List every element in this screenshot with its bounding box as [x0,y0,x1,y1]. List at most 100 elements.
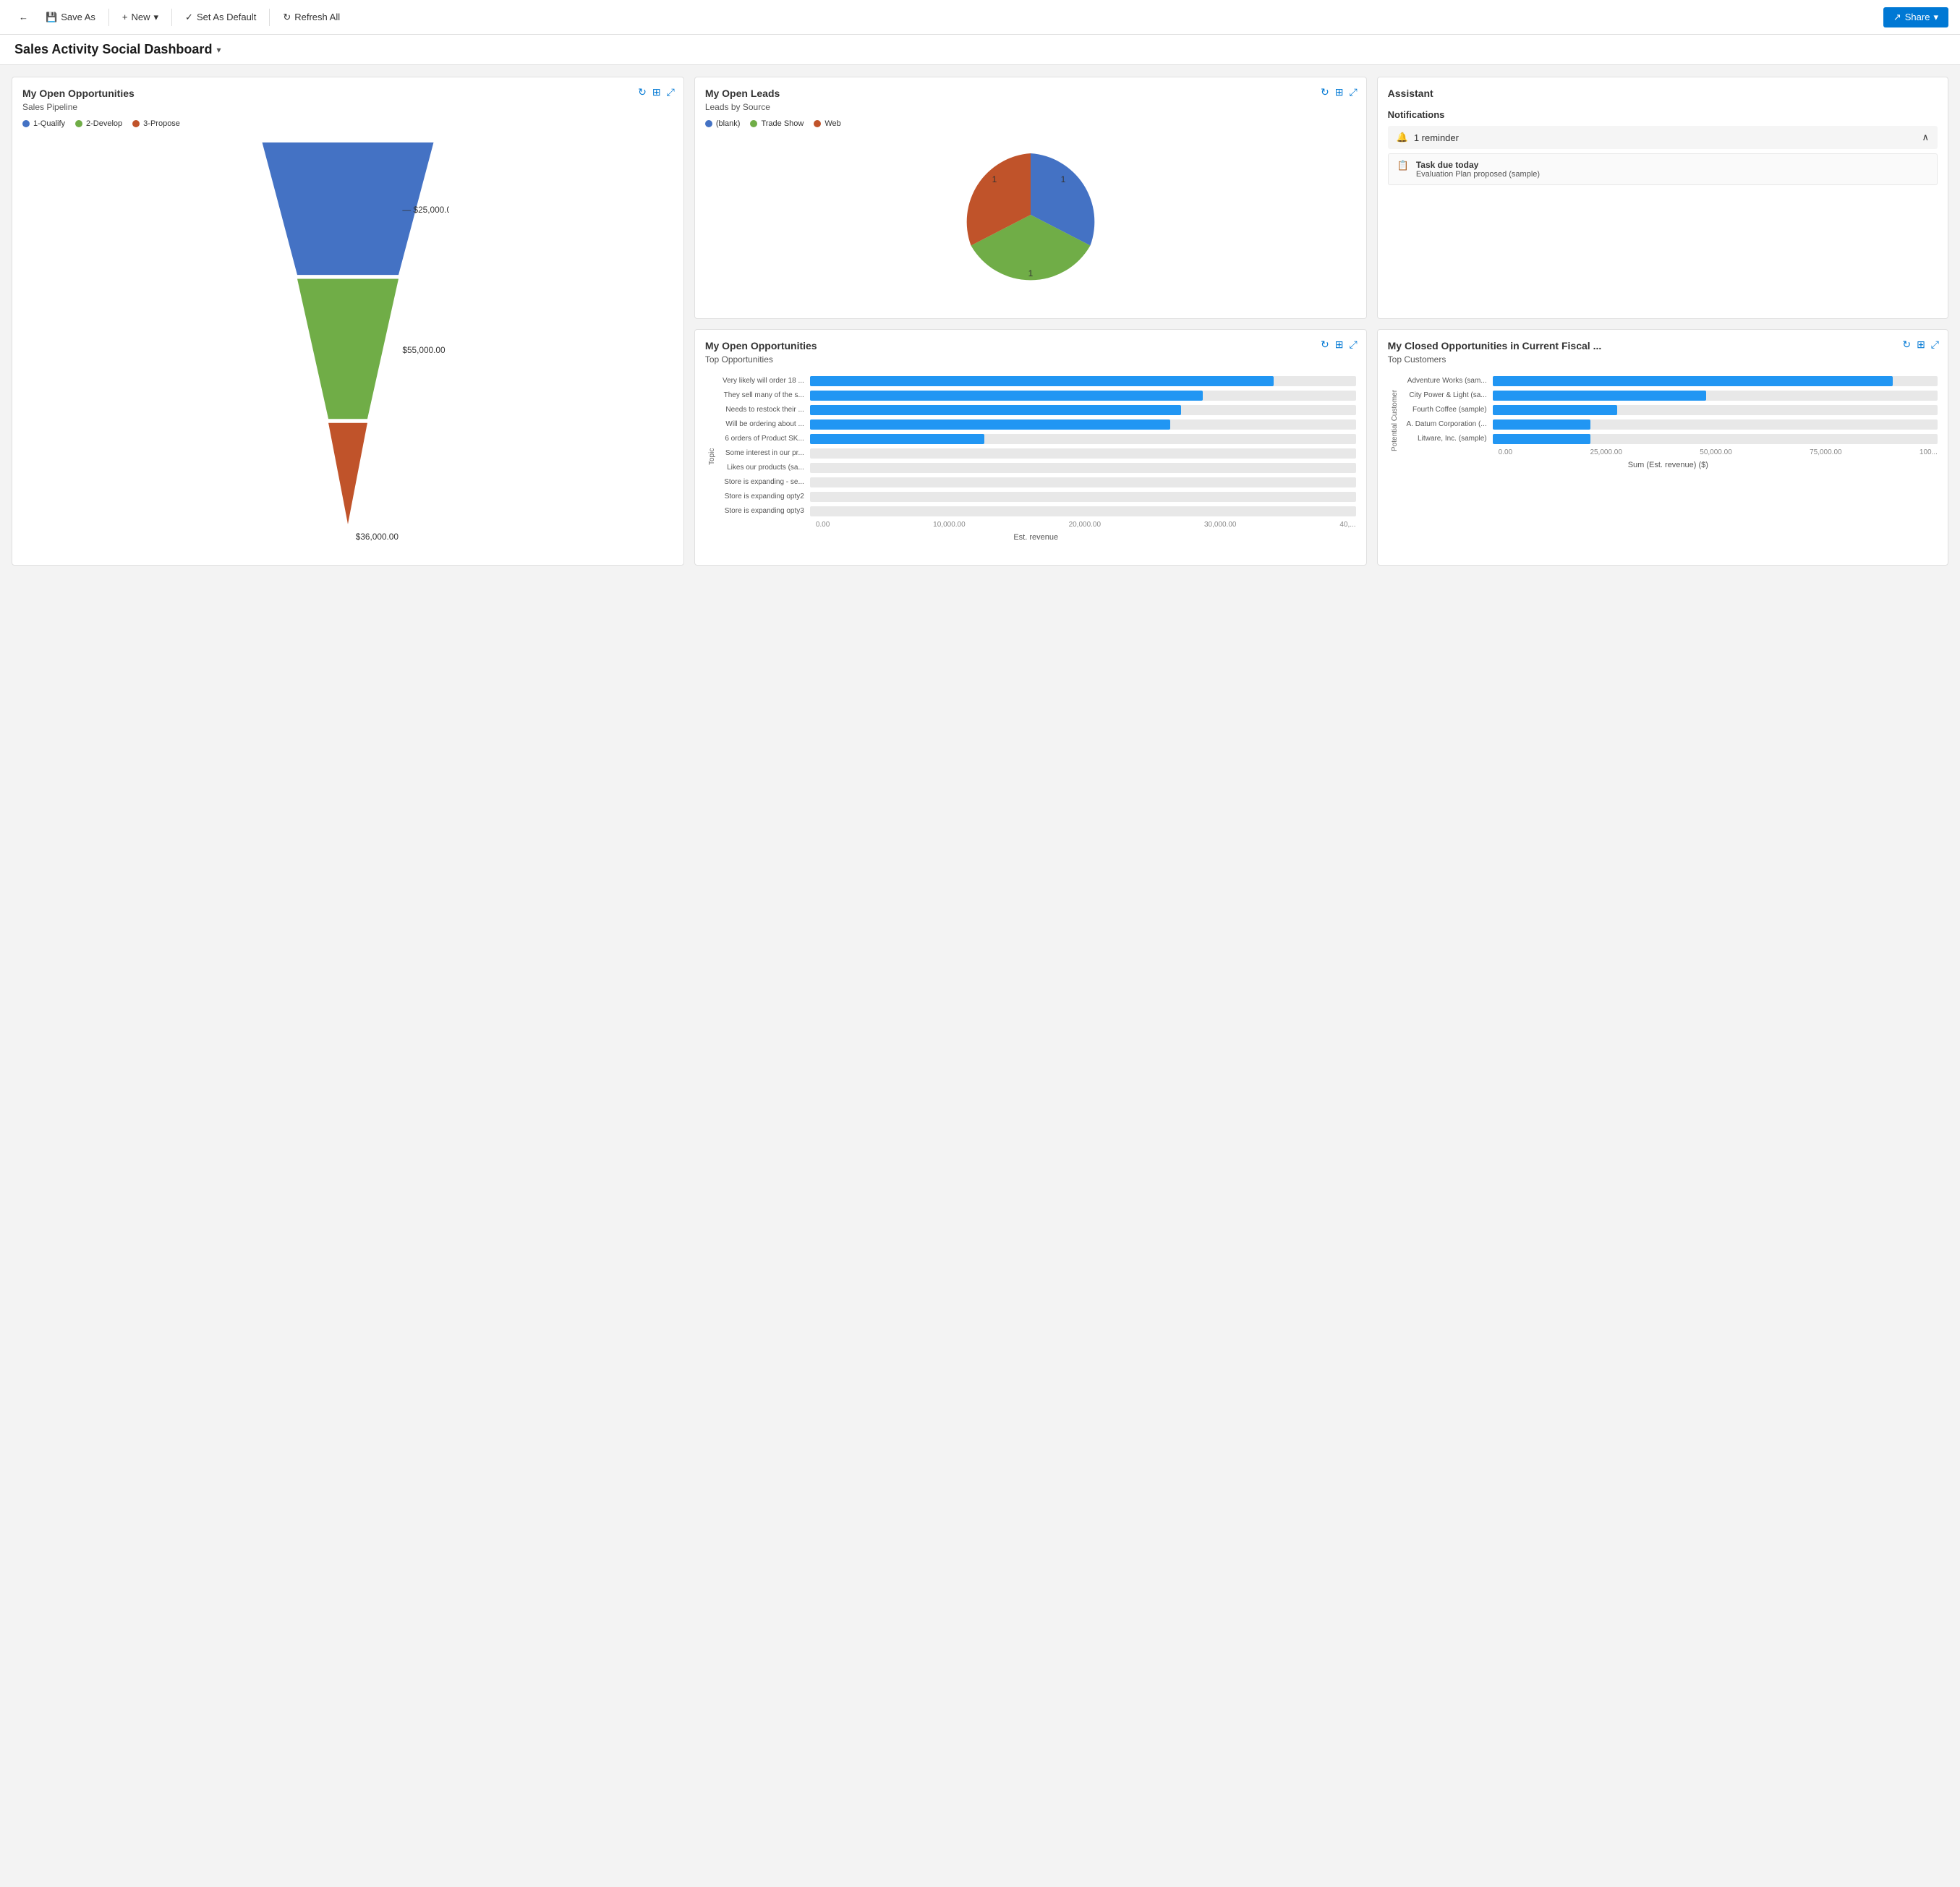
plus-icon: + [122,12,128,22]
opp-bar-wrapper: Topic Very likely will order 18 ... They… [705,372,1356,542]
bar-track-3 [810,405,1356,415]
closed-expand-icon[interactable]: ⤢ [1931,338,1939,351]
develop-label: 2-Develop [86,119,122,128]
funnel-label-develop: $55,000.00 [402,345,446,355]
web-dot [814,120,821,127]
assistant-title: Assistant [1388,88,1938,99]
chevron-down-icon: ▾ [154,12,159,23]
bar-row-8: Store is expanding - se... [716,477,1356,487]
bar-row-4: Will be ordering about ... [716,419,1356,430]
open-leads-card: My Open Leads Leads by Source ↻ ⊞ ⤢ (bla… [694,77,1367,319]
opp-table-icon[interactable]: ⊞ [652,86,661,98]
bar-label-2: They sell many of the s... [716,391,810,399]
closed-bar-chart: Adventure Works (sam... City Power & Lig… [1399,372,1938,469]
reminder-row[interactable]: 🔔 1 reminder ∧ [1388,126,1938,149]
opp-bar-title: My Open Opportunities [705,340,1356,352]
divider-1 [108,9,109,26]
x-tick-0: 0.00 [816,521,830,529]
reminder-inner: 🔔 1 reminder [1397,132,1459,143]
task-name-label: Evaluation Plan proposed (sample) [1416,170,1540,179]
bell-icon: 🔔 [1397,132,1408,143]
closed-bar-label-3: Fourth Coffee (sample) [1399,406,1493,414]
funnel-chart: — $25,000.00 $55,000.00 $36,000.00 [247,142,449,548]
open-opportunities-card: My Open Opportunities Sales Pipeline ↻ ⊞… [12,77,684,566]
open-opp-subtitle: Sales Pipeline [22,102,673,112]
save-icon: 💾 [46,12,57,23]
bar-track-4 [810,419,1356,430]
save-as-button[interactable]: 💾 Save As [38,8,103,27]
closed-bar-row-5: Litware, Inc. (sample) [1399,434,1938,444]
share-chevron-icon: ▾ [1933,12,1938,23]
closed-refresh-icon[interactable]: ↻ [1902,338,1911,351]
divider-2 [171,9,172,26]
funnel-develop-segment [297,278,399,419]
bar-fill-1 [810,376,1274,386]
bar-row-6: Some interest in our pr... [716,448,1356,459]
task-due-label: Task due today [1416,160,1540,170]
closed-bar-label-5: Litware, Inc. (sample) [1399,435,1493,443]
closed-bar-fill-4 [1493,419,1590,430]
closed-opp-subtitle: Top Customers [1388,354,1938,365]
open-leads-icons: ↻ ⊞ ⤢ [1321,86,1358,98]
refresh-all-button[interactable]: ↻ Refresh All [276,8,347,27]
legend-develop: 2-Develop [75,119,122,128]
bar-label-1: Very likely will order 18 ... [716,377,810,385]
bar-track-8 [810,477,1356,487]
leads-table-icon[interactable]: ⊞ [1335,86,1344,98]
opp-y-axis-label: Topic [705,372,716,542]
closed-opp-icons: ↻ ⊞ ⤢ [1902,338,1939,351]
bar-fill-4 [810,419,1170,430]
closed-table-icon[interactable]: ⊞ [1917,338,1925,351]
assistant-card: Assistant Notifications 🔔 1 reminder ∧ 📋… [1377,77,1948,319]
closed-bar-track-3 [1493,405,1938,415]
open-leads-subtitle: Leads by Source [705,102,1356,112]
back-button[interactable]: ← [12,8,35,26]
notifications-title: Notifications [1388,109,1938,120]
dashboard: My Open Opportunities Sales Pipeline ↻ ⊞… [0,65,1960,577]
leads-refresh-icon[interactable]: ↻ [1321,86,1329,98]
opp-expand-icon[interactable]: ⤢ [667,86,675,98]
develop-dot [75,120,82,127]
share-button[interactable]: ↗ Share ▾ [1883,7,1948,27]
closed-y-axis-label: Potential Customer [1388,372,1399,469]
opp-bar-refresh-icon[interactable]: ↻ [1321,338,1329,351]
x-tick-4: 40,... [1339,521,1355,529]
closed-bar-label-1: Adventure Works (sam... [1399,377,1493,385]
bar-row-7: Likes our products (sa... [716,463,1356,473]
qualify-dot [22,120,30,127]
bar-track-5 [810,434,1356,444]
toolbar: ← 💾 Save As + New ▾ ✓ Set As Default ↻ R… [0,0,1960,35]
bar-fill-2 [810,391,1203,401]
divider-3 [269,9,270,26]
closed-bar-row-1: Adventure Works (sam... [1399,376,1938,386]
task-row: 📋 Task due today Evaluation Plan propose… [1388,153,1938,185]
set-default-button[interactable]: ✓ Set As Default [178,8,263,27]
closed-bars-container: Adventure Works (sam... City Power & Lig… [1399,372,1938,444]
share-icon: ↗ [1893,12,1901,23]
pie-label-blank: 1 [1060,174,1065,184]
funnel-label-qualify: — $25,000.00 [402,205,449,215]
opp-bar-table-icon[interactable]: ⊞ [1335,338,1344,351]
legend-blank: (blank) [705,119,741,128]
bar-row-9: Store is expanding opty2 [716,492,1356,502]
bar-label-3: Needs to restock their ... [716,406,810,414]
check-icon: ✓ [185,12,193,23]
pie-chart: 1 1 1 [951,142,1110,287]
closed-bar-fill-3 [1493,405,1617,415]
bar-row-1: Very likely will order 18 ... [716,376,1356,386]
closed-bar-track-4 [1493,419,1938,430]
opp-bars-container: Very likely will order 18 ... They sell … [716,372,1356,516]
opp-bar-expand-icon[interactable]: ⤢ [1349,338,1357,351]
closed-bar-fill-5 [1493,434,1590,444]
new-button[interactable]: + New ▾ [115,8,166,27]
bar-row-2: They sell many of the s... [716,391,1356,401]
closed-x-axis-label: Sum (Est. revenue) ($) [1399,461,1938,469]
leads-expand-icon[interactable]: ⤢ [1349,86,1357,98]
bar-row-3: Needs to restock their ... [716,405,1356,415]
web-label: Web [825,119,840,128]
opp-refresh-icon[interactable]: ↻ [638,86,647,98]
closed-bar-track-1 [1493,376,1938,386]
qualify-label: 1-Qualify [33,119,65,128]
tradeshow-dot [750,120,757,127]
closed-x-tick-4: 100... [1919,448,1938,456]
